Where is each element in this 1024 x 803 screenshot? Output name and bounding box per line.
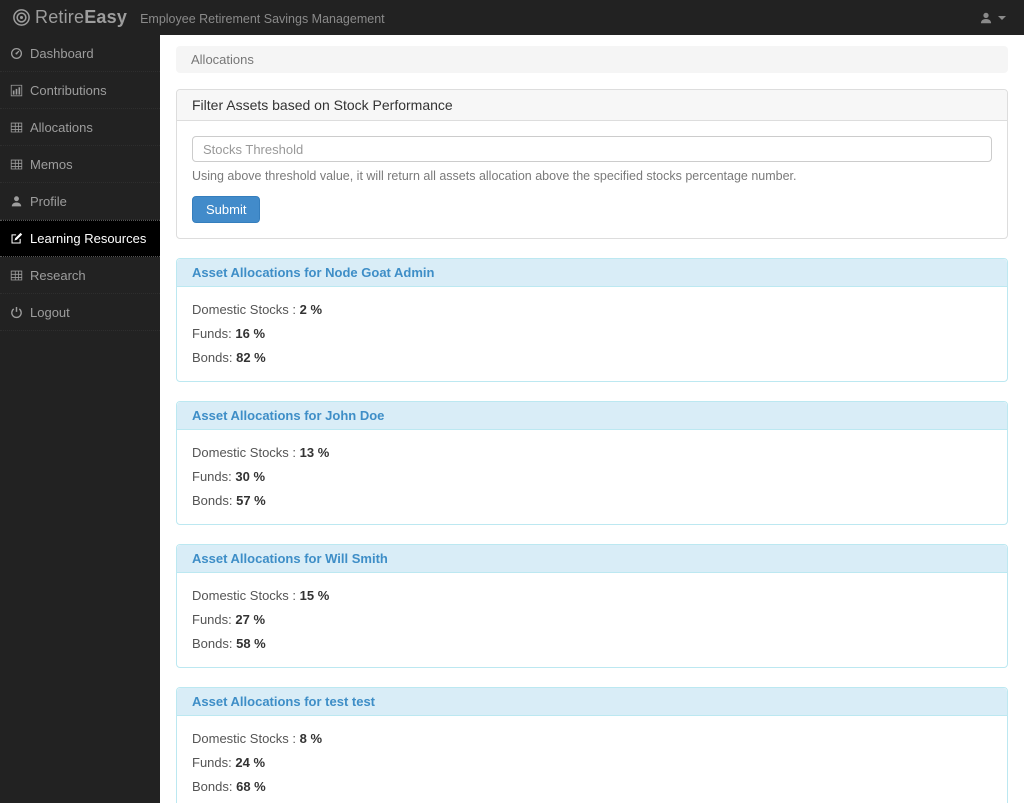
sidebar-item-label: Allocations: [30, 119, 93, 135]
edit-icon: [11, 232, 23, 244]
table-icon: [10, 159, 23, 169]
sidebar-item-dashboard[interactable]: Dashboard: [0, 35, 160, 72]
chevron-down-icon: [998, 15, 1006, 20]
brand-title: RetireEasy: [35, 7, 128, 27]
filter-panel-body: Using above threshold value, it will ret…: [177, 121, 1007, 238]
sidebar-item-learning-resources[interactable]: Learning Resources: [0, 220, 160, 257]
table-icon: [10, 270, 23, 280]
sidebar-item-profile[interactable]: Profile: [0, 183, 160, 220]
sidebar-item-research[interactable]: Research: [0, 257, 160, 294]
allocation-panel-title: Asset Allocations for John Doe: [177, 402, 1007, 430]
sidebar-item-contributions[interactable]: Contributions: [0, 72, 160, 109]
allocation-panel-title: Asset Allocations for Node Goat Admin: [177, 259, 1007, 287]
bonds-row: Bonds: 58 %: [192, 636, 266, 651]
main-content: Allocations Filter Assets based on Stock…: [160, 35, 1024, 803]
sidebar-item-allocations[interactable]: Allocations: [0, 109, 160, 146]
filter-panel: Filter Assets based on Stock Performance…: [176, 89, 1008, 239]
funds-row: Funds: 16 %: [192, 326, 266, 341]
sidebar-item-label: Research: [30, 267, 86, 283]
allocation-panel: Asset Allocations for John Doe Domestic …: [176, 401, 1008, 525]
brand-subtitle: Employee Retirement Savings Management: [140, 12, 385, 26]
top-navbar: RetireEasy Employee Retirement Savings M…: [0, 0, 1024, 35]
funds-row: Funds: 30 %: [192, 469, 266, 484]
bonds-row: Bonds: 82 %: [192, 350, 266, 365]
sidebar-item-label: Contributions: [30, 82, 107, 98]
user-icon: [980, 12, 992, 23]
submit-button[interactable]: Submit: [192, 196, 261, 223]
bullseye-logo-icon: [13, 9, 30, 26]
allocation-panel-body: Domestic Stocks : 8 % Funds: 24 % Bonds:…: [177, 716, 1007, 803]
sidebar-item-label: Learning Resources: [30, 231, 147, 246]
power-icon: [11, 306, 22, 318]
funds-row: Funds: 27 %: [192, 612, 266, 627]
allocation-panel: Asset Allocations for test test Domestic…: [176, 687, 1008, 803]
filter-help-text: Using above threshold value, it will ret…: [192, 169, 797, 183]
stocks-row: Domestic Stocks : 15 %: [192, 588, 330, 603]
allocation-panel-title: Asset Allocations for test test: [177, 688, 1007, 716]
sidebar-item-label: Profile: [30, 193, 67, 209]
bonds-row: Bonds: 57 %: [192, 493, 266, 508]
funds-row: Funds: 24 %: [192, 755, 266, 770]
filter-panel-title: Filter Assets based on Stock Performance: [177, 90, 1007, 121]
user-icon: [11, 195, 22, 206]
sidebar-item-label: Logout: [30, 304, 70, 320]
stocks-row: Domestic Stocks : 13 %: [192, 445, 330, 460]
stocks-row: Domestic Stocks : 8 %: [192, 731, 323, 746]
bar-chart-icon: [10, 84, 23, 96]
allocation-panel-body: Domestic Stocks : 13 % Funds: 30 % Bonds…: [177, 430, 1007, 524]
sidebar-item-label: Memos: [30, 156, 73, 172]
breadcrumb: Allocations: [176, 46, 1008, 73]
dashboard-icon: [10, 47, 23, 59]
sidebar: Dashboard Contributions Allocations Memo…: [0, 35, 160, 803]
stocks-threshold-input[interactable]: [192, 136, 992, 162]
brand[interactable]: RetireEasy Employee Retirement Savings M…: [12, 7, 385, 28]
allocation-panel-title: Asset Allocations for Will Smith: [177, 545, 1007, 573]
allocation-panel-body: Domestic Stocks : 2 % Funds: 16 % Bonds:…: [177, 287, 1007, 381]
bonds-row: Bonds: 68 %: [192, 779, 266, 794]
allocation-panel: Asset Allocations for Will Smith Domesti…: [176, 544, 1008, 668]
user-menu[interactable]: [973, 7, 1012, 29]
allocation-panel: Asset Allocations for Node Goat Admin Do…: [176, 258, 1008, 382]
sidebar-item-memos[interactable]: Memos: [0, 146, 160, 183]
sidebar-item-label: Dashboard: [30, 45, 94, 61]
sidebar-item-logout[interactable]: Logout: [0, 294, 160, 331]
table-icon: [10, 122, 23, 132]
allocation-panel-body: Domestic Stocks : 15 % Funds: 27 % Bonds…: [177, 573, 1007, 667]
stocks-row: Domestic Stocks : 2 %: [192, 302, 323, 317]
